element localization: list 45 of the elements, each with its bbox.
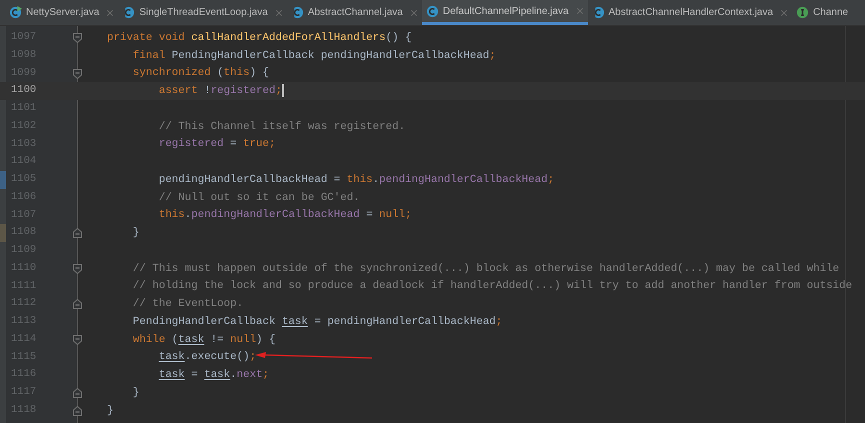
code-line: this.pendingHandlerCallbackHead = null; (158, 208, 412, 224)
interface-icon (796, 6, 810, 19)
tab-label: SingleThreadEventLoop.java (139, 6, 268, 20)
fold-icon[interactable] (73, 33, 82, 43)
class-icon (290, 6, 304, 19)
fold-icon[interactable] (73, 264, 82, 274)
code-line: pendingHandlerCallbackHead = this.pendingHandlerCallbackHead; (158, 172, 554, 188)
code-line: } (132, 386, 140, 401)
code-line: task = task.next; (158, 368, 270, 384)
code-line: // This Channel itself was registered. (158, 120, 406, 135)
class-icon (426, 4, 439, 18)
line-number: 1100 (11, 83, 38, 98)
code-line: while (task != null) { (132, 332, 276, 348)
fold-icon[interactable] (73, 299, 82, 310)
file-tab[interactable]: NettyServer.java (5, 0, 118, 25)
code-line: } (132, 226, 140, 242)
file-tab[interactable]: Channe (792, 0, 852, 25)
code-line: final PendingHandlerCallback pendingHandlerCallbackHead; (132, 48, 496, 64)
file-tab[interactable]: SingleThreadEventLoop.java (118, 0, 287, 25)
tab-label: AbstractChannel.java (308, 6, 403, 20)
code-line: // holding the lock and so produce a deadlock if handlerAdded(...) will try to add another handler from outside (132, 279, 852, 294)
tab-label: Channe (813, 6, 848, 20)
code-line: registered = true; (158, 137, 276, 152)
tab-label: AbstractChannelHandlerContext.java (608, 6, 774, 20)
file-tab[interactable]: AbstractChannel.java (286, 0, 422, 25)
fold-icon[interactable] (73, 388, 82, 398)
code-line: private void callHandlerAddedForAllHandlers() { (107, 30, 412, 46)
fold-icon[interactable] (73, 334, 82, 345)
code-line: // the EventLoop. (132, 297, 244, 312)
tab-label: NettyServer.java (26, 6, 100, 20)
code-line: // Null out so it can be GC'ed. (158, 190, 360, 206)
code-line: task.execute(); (158, 350, 256, 366)
code-line: } (107, 404, 114, 419)
fold-icon[interactable] (73, 228, 82, 238)
code-line: // This must happen outside of the synchronized(...) block as otherwise handlerAdded(...) may be called while (132, 262, 840, 277)
tab-label: DefaultChannelPipeline.java (442, 4, 569, 18)
code-line: assert !registered; (158, 83, 284, 100)
file-tab[interactable]: AbstractChannelHandlerContext.java (588, 0, 792, 25)
file-tab[interactable]: DefaultChannelPipeline.java (422, 0, 588, 25)
class-icon (122, 6, 136, 19)
fold-icon[interactable] (73, 68, 82, 78)
class-icon (592, 6, 605, 19)
code-line: PendingHandlerCallback task = pendingHandlerCallbackHead; (132, 314, 502, 330)
class-icon (9, 6, 22, 19)
code-line: synchronized (this) { (132, 66, 270, 82)
